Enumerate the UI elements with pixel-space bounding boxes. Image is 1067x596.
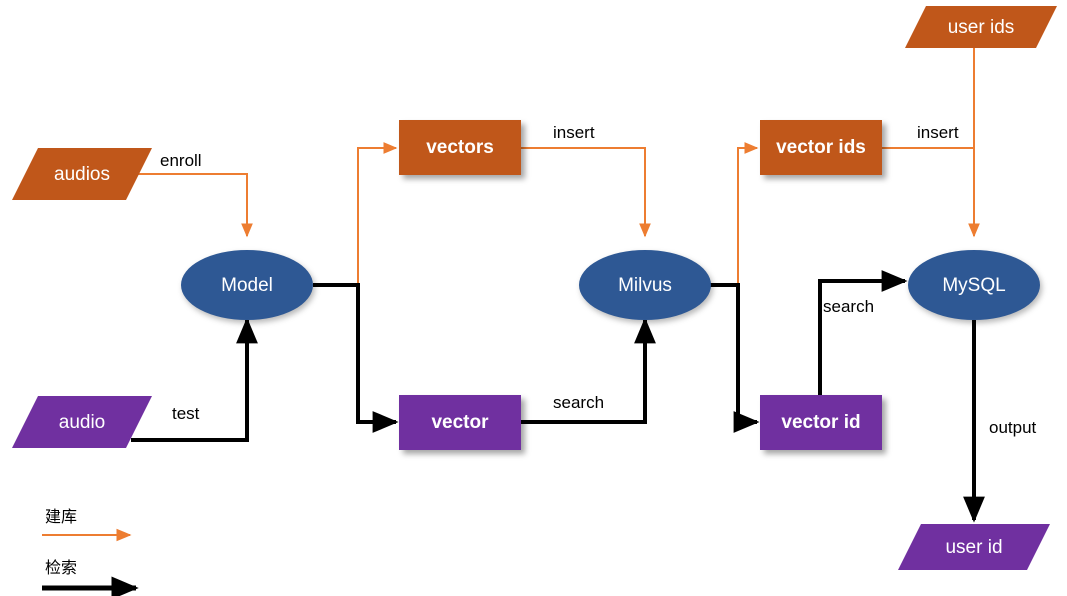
node-audio[interactable]: audio [12,396,152,448]
node-label-user-id: user id [945,536,1003,558]
diagram-canvas: audios audio Model vectors vector Milvus… [0,0,1067,596]
node-label-vector-id: vector id [781,412,861,433]
node-user-id[interactable]: user id [898,524,1050,570]
edge-label-test: test [172,404,200,423]
node-label-model: Model [221,274,273,296]
connector-layer [42,46,985,596]
node-label-vector: vector [431,412,489,433]
edge-milvus-to-vector-ids [737,142,759,285]
edge-label-insert-2: insert [917,123,959,142]
legend-label-enroll: 建库 [45,509,78,526]
node-vector-ids[interactable]: vector ids [760,120,882,175]
edge-label-enroll: enroll [160,151,202,170]
node-vectors[interactable]: vectors [399,120,521,175]
edge-label-search-1: search [553,393,605,412]
node-audios[interactable]: audios [12,148,152,200]
node-vector-id[interactable]: vector id [760,395,882,450]
edge-model-to-vectors [357,142,398,285]
node-label-audio: audio [58,411,106,433]
node-label-milvus: Milvus [618,274,672,296]
legend-label-retrieval: 检索 [45,560,78,577]
node-mysql[interactable]: MySQL [908,250,1040,320]
node-user-ids[interactable]: user ids [905,6,1057,48]
edge-model-to-vector [313,283,399,433]
edge-milvus-to-vector-id [710,283,760,433]
node-label-audios: audios [54,163,110,185]
edge-label-output: output [989,418,1037,437]
node-label-user-ids: user ids [947,16,1015,38]
node-label-vectors: vectors [426,137,494,158]
edge-label-insert-1: insert [553,123,595,142]
node-label-vector-ids: vector ids [776,137,866,158]
node-milvus[interactable]: Milvus [579,250,711,320]
edge-label-search-2: search [823,297,875,316]
node-model[interactable]: Model [181,250,313,320]
node-vector[interactable]: vector [399,395,521,450]
node-label-mysql: MySQL [942,274,1006,296]
edge-insert-1 [521,147,651,238]
